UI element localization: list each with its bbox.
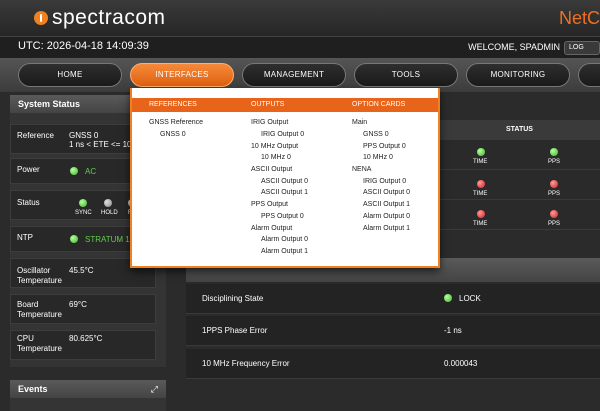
interfaces-dropdown-menu: REFERENCES OUTPUTS OPTION CARDS GNSS Ref…	[130, 88, 440, 268]
board-temp-label: Board Temperature	[17, 300, 62, 319]
phase-error-label: 1PPS Phase Error	[202, 326, 268, 335]
menu-item-alarm-output-1[interactable]: Alarm Output 1	[261, 247, 308, 256]
menu-item-alarm-output-0[interactable]: Alarm Output 0	[261, 235, 308, 244]
oscillator-temp-value: 45.5°C	[69, 266, 94, 275]
events-title: Events	[10, 380, 166, 398]
menu-item-nena-irig-output-0[interactable]: IRIG Output 0	[363, 177, 406, 186]
menu-item-ascii-output[interactable]: ASCII Output	[251, 165, 292, 174]
disciplining-state-value: LOCK	[459, 294, 481, 303]
product-name: NetC	[558, 8, 600, 28]
menu-item-main[interactable]: Main	[352, 118, 367, 127]
references-heading: REFERENCES	[149, 101, 197, 108]
nav-interfaces[interactable]: INTERFACES	[130, 63, 234, 87]
events-panel: Events ⤢	[10, 380, 166, 411]
menu-item-nena[interactable]: NENA	[352, 165, 371, 174]
pps-caption: PPS	[548, 191, 561, 197]
menu-item-10mhz-output[interactable]: 10 MHz Output	[251, 142, 298, 151]
frequency-error-value: 0.000043	[444, 359, 478, 368]
power-led-icon	[70, 167, 78, 175]
time-caption: TIME	[473, 159, 488, 165]
time-caption: TIME	[473, 221, 488, 227]
pps-caption: PPS	[548, 159, 561, 165]
logout-button[interactable]: LOG	[564, 41, 600, 55]
menu-item-alarm-output[interactable]: Alarm Output	[251, 224, 292, 233]
board-temp-value: 69°C	[69, 300, 87, 309]
app-header: spectracom NetC	[0, 0, 600, 36]
menu-item-gnss-reference[interactable]: GNSS Reference	[149, 118, 203, 127]
nav-management[interactable]: MANAGEMENT	[242, 63, 346, 87]
nav-more[interactable]	[578, 63, 600, 87]
frequency-error-label: 10 MHz Frequency Error	[202, 359, 290, 368]
disciplining-state-label: Disciplining State	[202, 294, 264, 303]
utc-clock: UTC: 2026-04-18 14:09:39	[18, 40, 149, 52]
time-led-icon	[477, 180, 485, 188]
nav-home[interactable]: HOME	[18, 63, 122, 87]
menu-item-pps-output-0[interactable]: PPS Output 0	[261, 212, 304, 221]
phase-error-value: -1 ns	[444, 326, 462, 335]
nav-monitoring[interactable]: MONITORING	[466, 63, 570, 87]
menu-item-main-gnss-0[interactable]: GNSS 0	[363, 130, 389, 139]
ntp-label: NTP	[17, 233, 33, 242]
time-led-icon	[477, 210, 485, 218]
pps-caption: PPS	[548, 221, 561, 227]
nav-tools[interactable]: TOOLS	[354, 63, 458, 87]
option-cards-heading: OPTION CARDS	[352, 101, 406, 108]
power-value: AC	[85, 167, 97, 176]
ntp-led-icon	[70, 235, 78, 243]
oscillator-temp-label: Oscillator Temperature	[17, 266, 62, 285]
menu-item-main-10mhz-0[interactable]: 10 MHz 0	[363, 153, 393, 162]
cpu-temp-label: CPU Temperature	[17, 334, 62, 353]
menu-item-nena-alarm-output-0[interactable]: Alarm Output 0	[363, 212, 410, 221]
menu-item-ascii-output-1[interactable]: ASCII Output 1	[261, 188, 308, 197]
power-logo-icon	[34, 11, 48, 25]
pps-led-icon	[550, 148, 558, 156]
menu-item-nena-alarm-output-1[interactable]: Alarm Output 1	[363, 224, 410, 233]
welcome-text: WELCOME, SPADMIN	[468, 42, 560, 52]
status-column-header: STATUS	[506, 126, 533, 133]
hold-led-icon	[104, 199, 112, 207]
menu-item-10mhz-0[interactable]: 10 MHz 0	[261, 153, 291, 162]
menu-item-main-pps-output-0[interactable]: PPS Output 0	[363, 142, 406, 151]
menu-item-irig-output-0[interactable]: IRIG Output 0	[261, 130, 304, 139]
menu-item-ascii-output-0[interactable]: ASCII Output 0	[261, 177, 308, 186]
power-label: Power	[17, 165, 40, 174]
menu-item-nena-ascii-output-1[interactable]: ASCII Output 1	[363, 200, 410, 209]
sync-led-icon	[79, 199, 87, 207]
spectracom-logo[interactable]: spectracom	[34, 6, 166, 30]
disciplining-row: 10 MHz Frequency Error 0.000043	[186, 349, 600, 379]
time-led-icon	[477, 148, 485, 156]
cpu-temp-value: 80.625°C	[69, 334, 103, 343]
disciplining-row: Disciplining State LOCK	[186, 284, 600, 314]
menu-item-nena-ascii-output-0[interactable]: ASCII Output 0	[363, 188, 410, 197]
main-nav: HOME INTERFACES MANAGEMENT TOOLS MONITOR…	[0, 58, 600, 92]
info-bar: UTC: 2026-04-18 14:09:39 WELCOME, SPADMI…	[0, 36, 600, 58]
time-caption: TIME	[473, 191, 488, 197]
menu-item-pps-output[interactable]: PPS Output	[251, 200, 288, 209]
logo-text: spectracom	[52, 6, 166, 29]
reference-label: Reference	[17, 131, 54, 140]
pps-led-icon	[550, 180, 558, 188]
hold-caption: HOLD	[101, 210, 118, 216]
lock-led-icon	[444, 294, 452, 302]
menu-item-gnss-0[interactable]: GNSS 0	[160, 130, 186, 139]
status-label: Status	[17, 198, 40, 207]
sync-caption: SYNC	[75, 210, 92, 216]
pps-led-icon	[550, 210, 558, 218]
outputs-heading: OUTPUTS	[251, 101, 285, 108]
disciplining-row: 1PPS Phase Error -1 ns	[186, 316, 600, 346]
ntp-value: STRATUM 1	[85, 235, 130, 244]
expand-icon[interactable]: ⤢	[151, 384, 158, 395]
menu-item-irig-output[interactable]: IRIG Output	[251, 118, 288, 127]
